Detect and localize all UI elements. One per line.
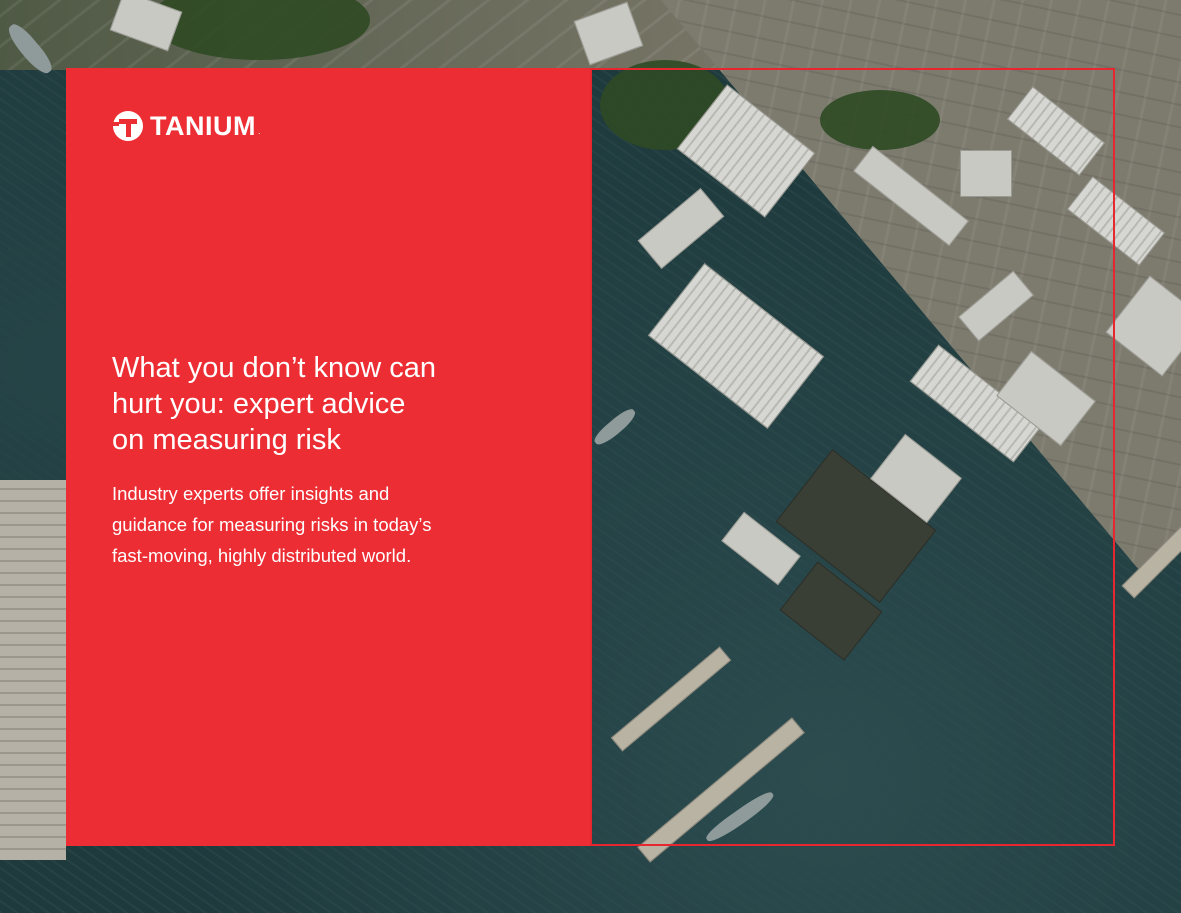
page-subtitle: Industry experts offer insights and guid… — [112, 483, 432, 566]
red-outline-frame — [590, 68, 1115, 846]
tanium-logo: TANIUM . — [112, 110, 261, 142]
logo-trademark: . — [257, 126, 261, 136]
tanium-t-mark-icon — [112, 111, 143, 141]
page-title: What you don’t know can hurt you: expert… — [112, 352, 437, 456]
logo-wordmark: TANIUM — [150, 111, 256, 141]
left-pier — [0, 480, 66, 860]
